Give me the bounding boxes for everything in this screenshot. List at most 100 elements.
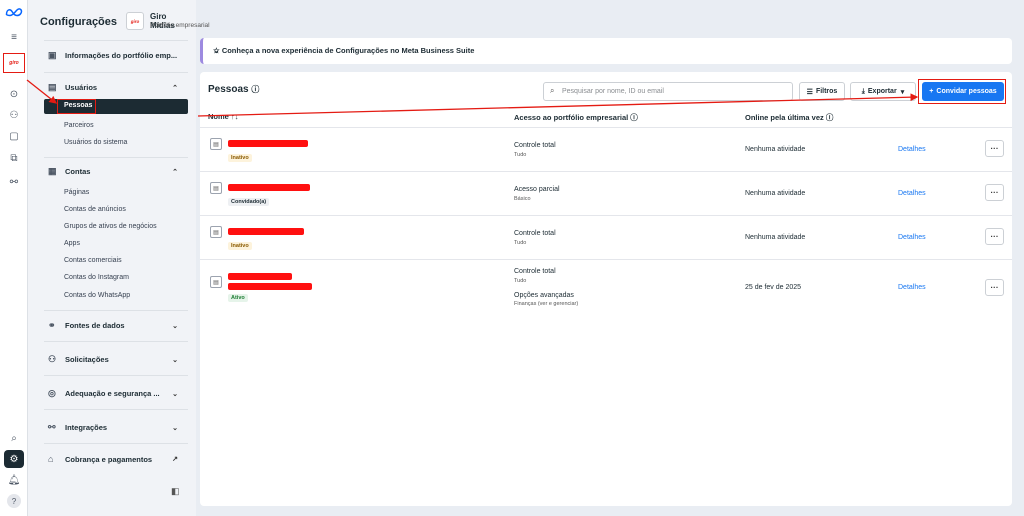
status-badge: Ativo: [228, 294, 248, 302]
access-level: Controle total: [514, 142, 556, 149]
sidebar-item-ad-accounts[interactable]: Contas de anúncios: [64, 206, 126, 213]
divider: [44, 375, 188, 376]
divider: [44, 72, 188, 73]
page-title: Configurações: [40, 16, 118, 28]
chevron-down-icon: ⌄: [172, 390, 178, 398]
more-options-button[interactable]: ···: [985, 228, 1004, 245]
notifications-icon[interactable]: 🔔︎: [6, 472, 22, 488]
filters-button[interactable]: ☰ Filtros: [799, 82, 845, 101]
details-link[interactable]: Detalhes: [898, 234, 926, 241]
annotation-box-invite: [918, 79, 1006, 104]
sidebar-item-requests[interactable]: ⚇ Solicitações ⌄: [48, 354, 184, 365]
sidebar-item-apps[interactable]: Apps: [64, 240, 80, 247]
app-rail: ≡ giro ⊙ ⚇ ▢ ⧉ ⚯ ⌕ ⚙ 🔔︎ ?: [0, 0, 28, 516]
sidebar-item-instagram[interactable]: Contas do Instagram: [64, 274, 129, 281]
sidebar-item-billing[interactable]: ⌂ Cobrança e pagamentos ↗: [48, 454, 184, 464]
divider: [44, 40, 188, 41]
sidebar-item-accounts[interactable]: ▦ Contas ⌃: [48, 166, 184, 177]
home-icon[interactable]: ⊙: [6, 86, 22, 102]
shield-icon: ◎: [48, 388, 56, 398]
business-logo-button[interactable]: giro: [3, 53, 25, 73]
bank-icon: ⌂: [48, 454, 54, 464]
last-online: Nenhuma atividade: [745, 146, 806, 153]
status-badge: Inativo: [228, 242, 252, 250]
sidebar-item-compliance[interactable]: ◎ Adequação e segurança ... ⌄: [48, 388, 184, 399]
data-sources-icon: ⚭: [48, 320, 56, 330]
sidebar-item-label: Contas: [65, 167, 91, 176]
details-link[interactable]: Detalhes: [898, 146, 926, 153]
annotation-box-people: [57, 99, 96, 114]
more-options-button[interactable]: ···: [985, 140, 1004, 157]
chevron-down-icon: ⌄: [172, 322, 178, 330]
access-level: Acesso parcial: [514, 186, 560, 193]
sidebar-item-pages[interactable]: Páginas: [64, 189, 89, 196]
sort-icon: ↑↓: [230, 112, 239, 121]
person-icon: ▤: [210, 138, 222, 150]
column-header-access: Acesso ao portfólio empresarial ⓘ: [514, 113, 638, 122]
sidebar-item-data-sources[interactable]: ⚭ Fontes de dados ⌄: [48, 320, 184, 331]
sidebar-item-asset-groups[interactable]: Grupos de ativos de negócios: [64, 223, 157, 230]
menu-icon[interactable]: ≡: [6, 29, 22, 45]
chevron-down-icon: ⌄: [172, 424, 178, 432]
settings-gear-icon[interactable]: ⚙: [4, 450, 24, 468]
help-icon[interactable]: ?: [7, 494, 21, 508]
search-icon[interactable]: ⌕: [6, 430, 22, 446]
accounts-list-icon: ▦: [48, 166, 57, 176]
settings-header: Configurações giro Giro Mídias Portfólio…: [40, 10, 210, 34]
external-link-icon: ↗: [172, 456, 178, 463]
people-panel: Pessoas ⓘ ⌕ Pesquisar por nome, ID ou ema…: [200, 72, 1012, 506]
chevron-down-icon[interactable]: ⌄: [213, 46, 1004, 55]
access-level: Controle total: [514, 230, 556, 237]
last-online: Nenhuma atividade: [745, 190, 806, 197]
sidebar-item-whatsapp[interactable]: Contas do WhatsApp: [64, 292, 130, 299]
sidebar-item-label: Informações do portfólio emp...: [65, 51, 178, 60]
export-button[interactable]: ⤓ Exportar ▾: [850, 82, 916, 101]
divider: [200, 127, 1012, 128]
redacted-name: [228, 184, 310, 191]
people-title: Pessoas ⓘ: [208, 84, 260, 95]
access-scope: Tudo: [514, 278, 527, 284]
sidebar-item-label: Adequação e segurança ...: [65, 389, 160, 398]
redacted-email: [228, 283, 312, 290]
divider: [44, 341, 188, 342]
column-header-name[interactable]: Nome ↑↓: [208, 112, 238, 121]
more-options-button[interactable]: ···: [985, 184, 1004, 201]
column-header-online: Online pela última vez ⓘ: [745, 113, 834, 122]
details-link[interactable]: Detalhes: [898, 190, 926, 197]
divider: [44, 157, 188, 158]
divider: [44, 409, 188, 410]
search-input[interactable]: ⌕ Pesquisar por nome, ID ou email: [543, 82, 793, 101]
info-icon[interactable]: ⓘ: [630, 113, 638, 122]
sidebar-item-label: Fontes de dados: [65, 321, 125, 330]
accounts-icon[interactable]: ⧉: [6, 150, 22, 166]
sidebar-item-portfolio-info[interactable]: ▣ Informações do portfólio emp...: [48, 50, 184, 61]
export-label: Exportar: [867, 88, 897, 95]
details-link[interactable]: Detalhes: [898, 284, 926, 291]
partners-icon[interactable]: ⚯: [6, 174, 22, 190]
redacted-name: [228, 140, 308, 147]
caret-down-icon: ▾: [900, 88, 905, 96]
sidebar-item-users[interactable]: ▤ Usuários ⌃: [48, 82, 184, 93]
sidebar-item-label: Cobrança e pagamentos: [65, 454, 153, 464]
status-badge: Inativo: [228, 154, 252, 162]
redacted-name: [228, 273, 292, 280]
sidebar-item-partners[interactable]: Parceiros: [64, 122, 94, 129]
sidebar-item-business-accounts[interactable]: Contas comerciais: [64, 257, 122, 264]
more-options-button[interactable]: ···: [985, 279, 1004, 296]
status-badge: Convidado(a): [228, 198, 270, 206]
chevron-down-icon: ⌄: [172, 356, 178, 364]
new-experience-banner[interactable]: ☆ Conheça a nova experiência de Configur…: [200, 38, 1012, 64]
requests-icon: ⚇: [48, 354, 57, 364]
info-icon[interactable]: ⓘ: [251, 85, 259, 94]
divider: [200, 259, 1012, 260]
collapse-sidebar-icon[interactable]: ◧: [171, 486, 180, 497]
info-icon[interactable]: ⓘ: [826, 113, 834, 122]
download-icon: ⤓: [861, 87, 865, 95]
sidebar-item-label: Solicitações: [65, 355, 109, 364]
people-icon[interactable]: ⚇: [6, 107, 22, 123]
sidebar-item-system-users[interactable]: Usuários do sistema: [64, 139, 127, 146]
access-level: Controle total: [514, 268, 556, 275]
meta-logo-icon[interactable]: [5, 7, 23, 17]
sidebar-item-integrations[interactable]: ⚯ Integrações ⌄: [48, 422, 184, 433]
pages-icon[interactable]: ▢: [6, 128, 22, 144]
